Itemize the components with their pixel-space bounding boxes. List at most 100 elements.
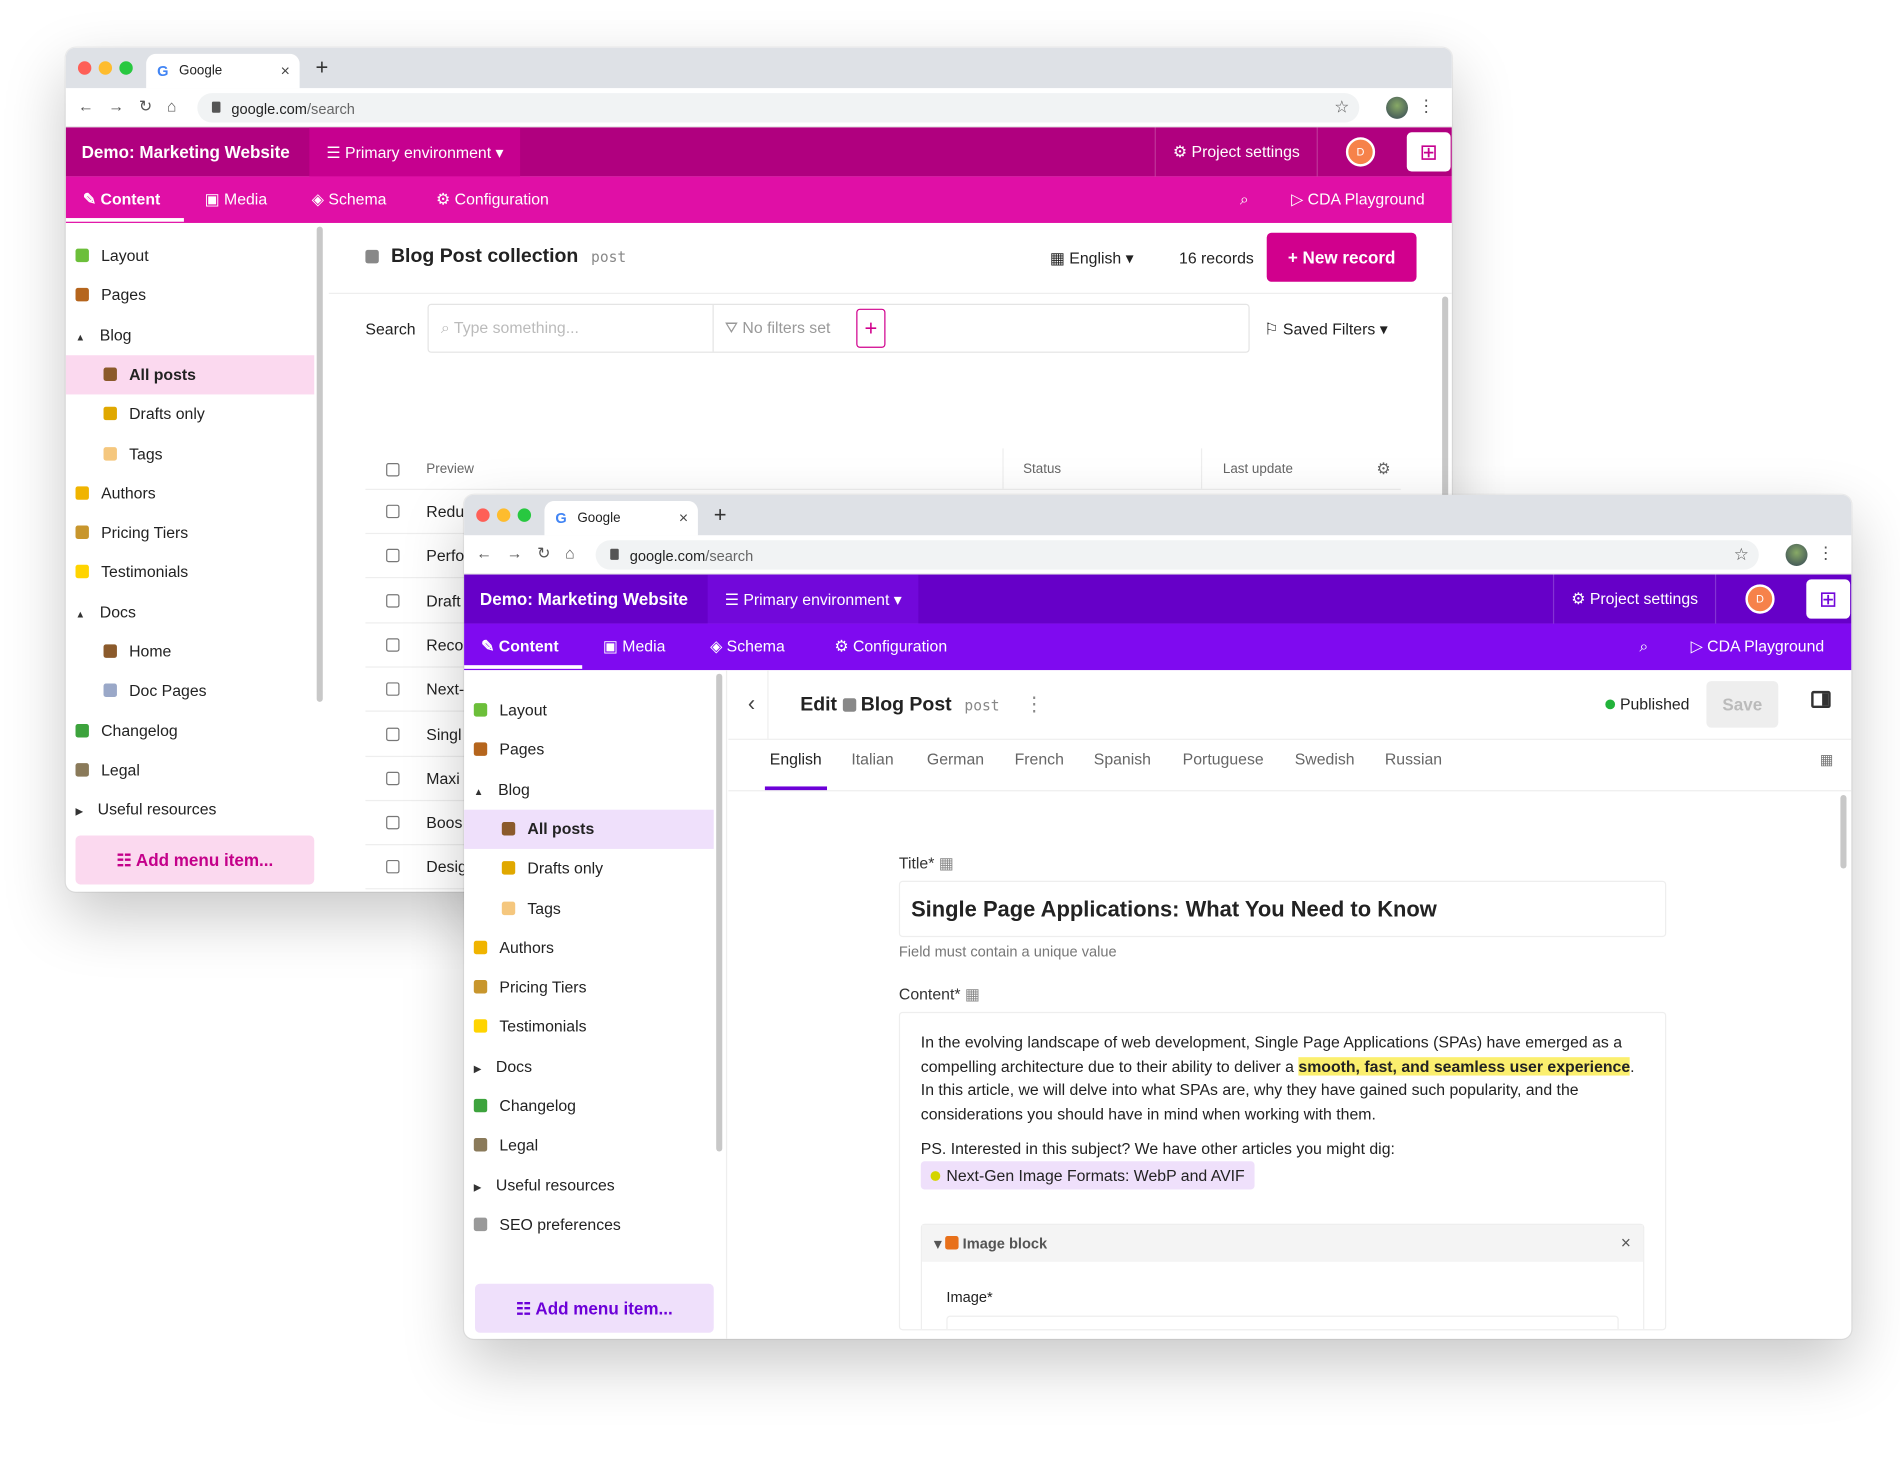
- cda-playground-button[interactable]: ▷ CDA Playground: [1291, 190, 1425, 210]
- sidebar-item-pricing-tiers[interactable]: Pricing Tiers: [66, 513, 314, 552]
- nav-buttons-icon[interactable]: ←→↻⌂: [476, 544, 589, 564]
- filters-button[interactable]: ⛛ No filters set: [725, 319, 831, 339]
- sidebar-item-legal[interactable]: Legal: [66, 751, 314, 790]
- profile-avatar[interactable]: [1785, 543, 1808, 566]
- new-record-button[interactable]: + New record: [1266, 232, 1417, 282]
- tab-configuration[interactable]: ⚙ Configuration: [834, 637, 947, 657]
- column-preview[interactable]: Preview: [426, 462, 474, 477]
- sidebar-item-authors[interactable]: Authors: [464, 928, 714, 967]
- row-checkbox[interactable]: [386, 771, 400, 785]
- sidebar-item-blog[interactable]: ▲ Blog: [66, 316, 314, 355]
- sidebar-item-drafts-only[interactable]: Drafts only: [464, 849, 714, 888]
- saved-filters-button[interactable]: ⚐ Saved Filters ▾: [1264, 320, 1387, 340]
- close-tab-icon[interactable]: ×: [281, 61, 290, 79]
- environment-selector[interactable]: ☰ Primary environment ▾: [707, 574, 919, 624]
- sidebar-item-tags[interactable]: Tags: [66, 434, 314, 473]
- add-filter-button[interactable]: +: [856, 308, 886, 348]
- tab-media[interactable]: ▣ Media: [205, 190, 268, 210]
- avatar[interactable]: D: [1745, 584, 1775, 614]
- editor-scrollbar[interactable]: [1840, 795, 1847, 869]
- locale-tab-portuguese[interactable]: Portuguese: [1183, 750, 1264, 768]
- profile-avatar[interactable]: [1386, 96, 1409, 119]
- column-status[interactable]: Status: [1023, 462, 1061, 477]
- sidebar-item-changelog[interactable]: Changelog: [66, 711, 314, 750]
- sidebar-toggle-icon[interactable]: [1811, 690, 1831, 709]
- sidebar-item-pages[interactable]: Pages: [464, 730, 714, 769]
- more-options-icon[interactable]: ⋮: [1025, 695, 1044, 716]
- browser-tab[interactable]: G Google ×: [146, 53, 300, 89]
- tab-schema[interactable]: ◈ Schema: [710, 637, 785, 657]
- row-checkbox[interactable]: [386, 593, 400, 608]
- star-icon[interactable]: ☆: [1734, 544, 1749, 565]
- star-icon[interactable]: ☆: [1334, 97, 1349, 118]
- gift-icon[interactable]: ⊞: [1806, 579, 1851, 619]
- row-checkbox[interactable]: [386, 549, 400, 563]
- sidebar-item-useful-resources[interactable]: ▶ Useful resources: [66, 790, 314, 829]
- new-tab-icon[interactable]: +: [315, 55, 328, 81]
- project-name[interactable]: Demo: Marketing Website: [480, 589, 688, 609]
- sidebar-item-docs[interactable]: ▶ Docs: [464, 1047, 714, 1086]
- url-field[interactable]: google.com/search ☆: [197, 93, 1360, 123]
- select-all-checkbox[interactable]: [386, 463, 400, 477]
- project-settings-button[interactable]: ⚙ Project settings: [1154, 127, 1319, 177]
- sidebar-item-testimonials[interactable]: Testimonials: [66, 553, 314, 592]
- locale-tab-russian[interactable]: Russian: [1385, 750, 1442, 768]
- locale-tab-swedish[interactable]: Swedish: [1295, 750, 1355, 768]
- menu-icon[interactable]: ⋮: [1817, 543, 1834, 564]
- column-last-update[interactable]: Last update: [1223, 462, 1293, 477]
- close-tab-icon[interactable]: ×: [679, 508, 688, 526]
- row-checkbox[interactable]: [386, 860, 400, 874]
- sidebar-item-blog[interactable]: ▲ Blog: [464, 770, 714, 809]
- sidebar-item-layout[interactable]: Layout: [464, 691, 714, 730]
- sidebar-item-tags[interactable]: Tags: [464, 889, 714, 928]
- sidebar-scrollbar[interactable]: [716, 673, 723, 1152]
- sidebar-item-legal[interactable]: Legal: [464, 1126, 714, 1165]
- menu-icon[interactable]: ⋮: [1418, 96, 1435, 117]
- sidebar-item-authors[interactable]: Authors: [66, 474, 314, 513]
- sidebar-item-docs[interactable]: ▲ Docs: [66, 593, 314, 632]
- back-button[interactable]: ‹: [748, 691, 755, 717]
- new-tab-icon[interactable]: +: [714, 502, 727, 528]
- locale-tab-french[interactable]: French: [1015, 750, 1064, 768]
- sidebar-item-drafts-only[interactable]: Drafts only: [66, 395, 314, 434]
- url-field[interactable]: google.com/search ☆: [595, 540, 1759, 570]
- row-checkbox[interactable]: [386, 682, 400, 697]
- row-checkbox[interactable]: [386, 727, 400, 741]
- content-editor[interactable]: In the evolving landscape of web develop…: [898, 1011, 1667, 1331]
- sidebar-item-layout[interactable]: Layout: [66, 236, 314, 275]
- nav-buttons-icon[interactable]: ←→↻⌂: [78, 97, 191, 117]
- tab-content[interactable]: ✎ Content: [83, 190, 160, 210]
- tab-configuration[interactable]: ⚙ Configuration: [436, 190, 549, 210]
- gear-icon[interactable]: ⚙: [1376, 459, 1390, 479]
- row-checkbox[interactable]: [386, 815, 400, 830]
- close-icon[interactable]: ×: [1621, 1232, 1631, 1252]
- sidebar-item-changelog[interactable]: Changelog: [464, 1087, 714, 1126]
- translate-icon[interactable]: ▦: [1820, 751, 1834, 768]
- title-input[interactable]: Single Page Applications: What You Need …: [898, 880, 1667, 938]
- environment-selector[interactable]: ☰ Primary environment ▾: [309, 127, 521, 177]
- search-input[interactable]: ⌕ Type something...: [441, 319, 715, 339]
- search-icon[interactable]: ⌕: [1240, 190, 1249, 210]
- project-name[interactable]: Demo: Marketing Website: [82, 142, 290, 162]
- save-button[interactable]: Save: [1706, 681, 1779, 728]
- sidebar-item-useful-resources[interactable]: ▶ Useful resources: [464, 1166, 714, 1205]
- browser-tab[interactable]: G Google ×: [544, 501, 698, 536]
- avatar[interactable]: D: [1345, 137, 1376, 167]
- image-upload[interactable]: [946, 1315, 1619, 1330]
- sidebar-item-pricing-tiers[interactable]: Pricing Tiers: [464, 968, 714, 1007]
- cda-playground-button[interactable]: ▷ CDA Playground: [1691, 637, 1825, 657]
- sidebar-scrollbar[interactable]: [316, 226, 323, 702]
- locale-selector[interactable]: ▦ English ▾: [1050, 249, 1134, 269]
- sidebar-item-pages[interactable]: Pages: [66, 276, 314, 315]
- sidebar-item-home[interactable]: Home: [66, 632, 314, 671]
- sidebar-item-all-posts[interactable]: All posts: [464, 809, 714, 849]
- row-checkbox[interactable]: [386, 638, 400, 652]
- tab-content[interactable]: ✎ Content: [481, 637, 558, 657]
- sidebar-item-testimonials[interactable]: Testimonials: [464, 1007, 714, 1046]
- search-icon[interactable]: ⌕: [1639, 637, 1648, 657]
- project-settings-button[interactable]: ⚙ Project settings: [1552, 574, 1717, 624]
- sidebar-item-all-posts[interactable]: All posts: [65, 355, 315, 395]
- locale-tab-english[interactable]: English: [770, 750, 822, 768]
- sidebar-item-seo-preferences[interactable]: SEO preferences: [464, 1205, 714, 1244]
- tab-media[interactable]: ▣ Media: [603, 637, 666, 657]
